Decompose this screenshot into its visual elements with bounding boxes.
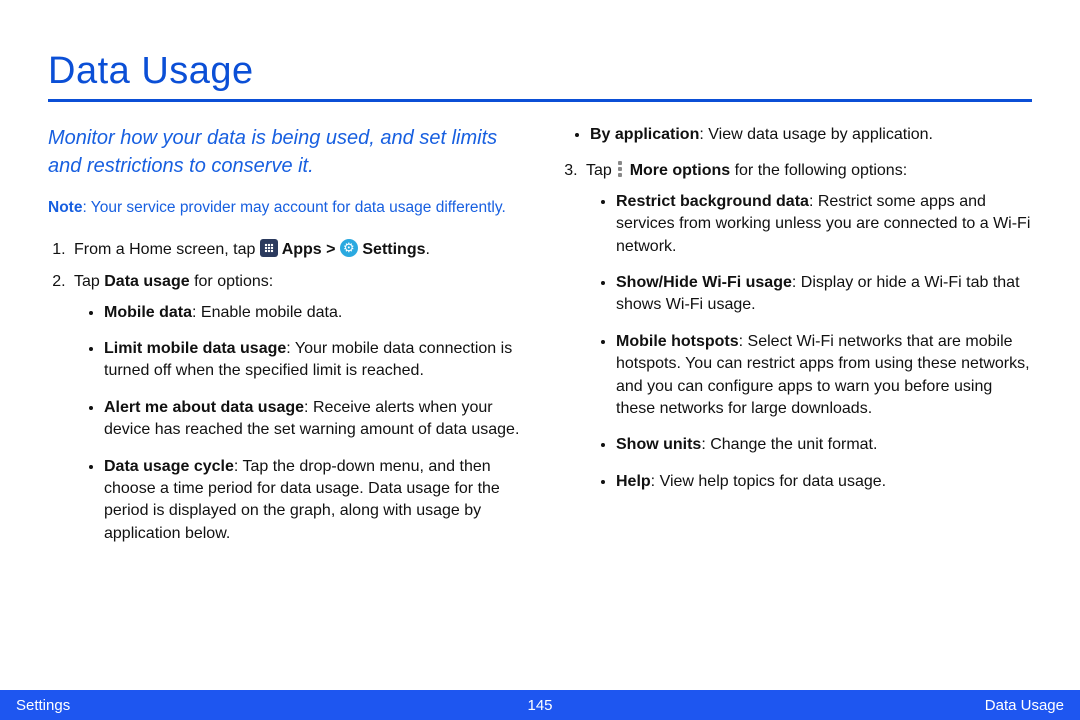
step3-bullets: Restrict background data: Restrict some … <box>586 191 1032 493</box>
page-footer: Settings 145 Data Usage <box>0 690 1080 720</box>
apps-grid-icon <box>260 239 278 257</box>
step2-bullets: Mobile data: Enable mobile data. Limit m… <box>74 302 520 546</box>
content-area: Data Usage Monitor how your data is bein… <box>0 0 1080 559</box>
two-column-layout: Monitor how your data is being used, and… <box>48 124 1032 559</box>
note-label: Note <box>48 199 82 216</box>
bullet-alert-data-usage: Alert me about data usage: Receive alert… <box>104 397 520 442</box>
bullet-by-application: By application: View data usage by appli… <box>590 124 1032 146</box>
s3b5-text: : View help topics for data usage. <box>651 473 886 490</box>
s2b2-label: Limit mobile data usage <box>104 340 286 357</box>
right-column: By application: View data usage by appli… <box>560 124 1032 559</box>
footer-topic-name: Data Usage <box>985 697 1064 714</box>
step3-suffix: for the following options: <box>730 162 907 179</box>
step1-apps-label: Apps > <box>278 241 340 258</box>
step2-prefix: Tap <box>74 273 104 290</box>
step-3: Tap More options for the following optio… <box>582 160 1032 493</box>
step-1: From a Home screen, tap Apps > Settings. <box>70 239 520 261</box>
bullet-restrict-bg-data: Restrict background data: Restrict some … <box>616 191 1032 258</box>
s3b3-label: Mobile hotspots <box>616 333 739 350</box>
step1-settings-label: Settings <box>358 241 426 258</box>
note-block: Note: Your service provider may account … <box>48 198 520 219</box>
step3-prefix: Tap <box>586 162 616 179</box>
settings-gear-icon <box>340 239 358 257</box>
bullet-mobile-data: Mobile data: Enable mobile data. <box>104 302 520 324</box>
s3b5-label: Help <box>616 473 651 490</box>
intro-text: Monitor how your data is being used, and… <box>48 124 520 180</box>
bullet-show-hide-wifi: Show/Hide Wi-Fi usage: Display or hide a… <box>616 272 1032 317</box>
step2-bold: Data usage <box>104 273 189 290</box>
s2b5-label: By application <box>590 126 699 143</box>
step1-prefix: From a Home screen, tap <box>74 241 260 258</box>
bullet-limit-mobile-data: Limit mobile data usage: Your mobile dat… <box>104 338 520 383</box>
step2-bullets-continued: By application: View data usage by appli… <box>560 124 1032 146</box>
s2b5-text: : View data usage by application. <box>699 126 933 143</box>
more-options-icon <box>618 161 623 177</box>
manual-page: Data Usage Monitor how your data is bein… <box>0 0 1080 720</box>
page-title: Data Usage <box>48 50 1032 93</box>
title-rule <box>48 99 1032 102</box>
steps-list: From a Home screen, tap Apps > Settings.… <box>48 239 520 545</box>
s2b3-label: Alert me about data usage <box>104 399 304 416</box>
s3b4-text: : Change the unit format. <box>701 436 877 453</box>
footer-page-number: 145 <box>527 697 552 714</box>
bullet-help: Help: View help topics for data usage. <box>616 471 1032 493</box>
bullet-show-units: Show units: Change the unit format. <box>616 434 1032 456</box>
footer-section-name: Settings <box>16 697 70 714</box>
note-text: : Your service provider may account for … <box>82 199 505 216</box>
step-2: Tap Data usage for options: Mobile data:… <box>70 271 520 545</box>
step2-suffix: for options: <box>190 273 274 290</box>
steps-list-continued: Tap More options for the following optio… <box>560 160 1032 493</box>
step1-period: . <box>426 241 430 258</box>
s2b1-label: Mobile data <box>104 304 192 321</box>
left-column: Monitor how your data is being used, and… <box>48 124 520 559</box>
s3b1-label: Restrict background data <box>616 193 809 210</box>
s3b4-label: Show units <box>616 436 701 453</box>
bullet-mobile-hotspots: Mobile hotspots: Select Wi-Fi networks t… <box>616 331 1032 421</box>
s2b4-label: Data usage cycle <box>104 458 234 475</box>
s2b1-text: : Enable mobile data. <box>192 304 342 321</box>
step3-bold: More options <box>625 162 730 179</box>
bullet-data-usage-cycle: Data usage cycle: Tap the drop-down menu… <box>104 456 520 546</box>
s3b2-label: Show/Hide Wi-Fi usage <box>616 274 792 291</box>
